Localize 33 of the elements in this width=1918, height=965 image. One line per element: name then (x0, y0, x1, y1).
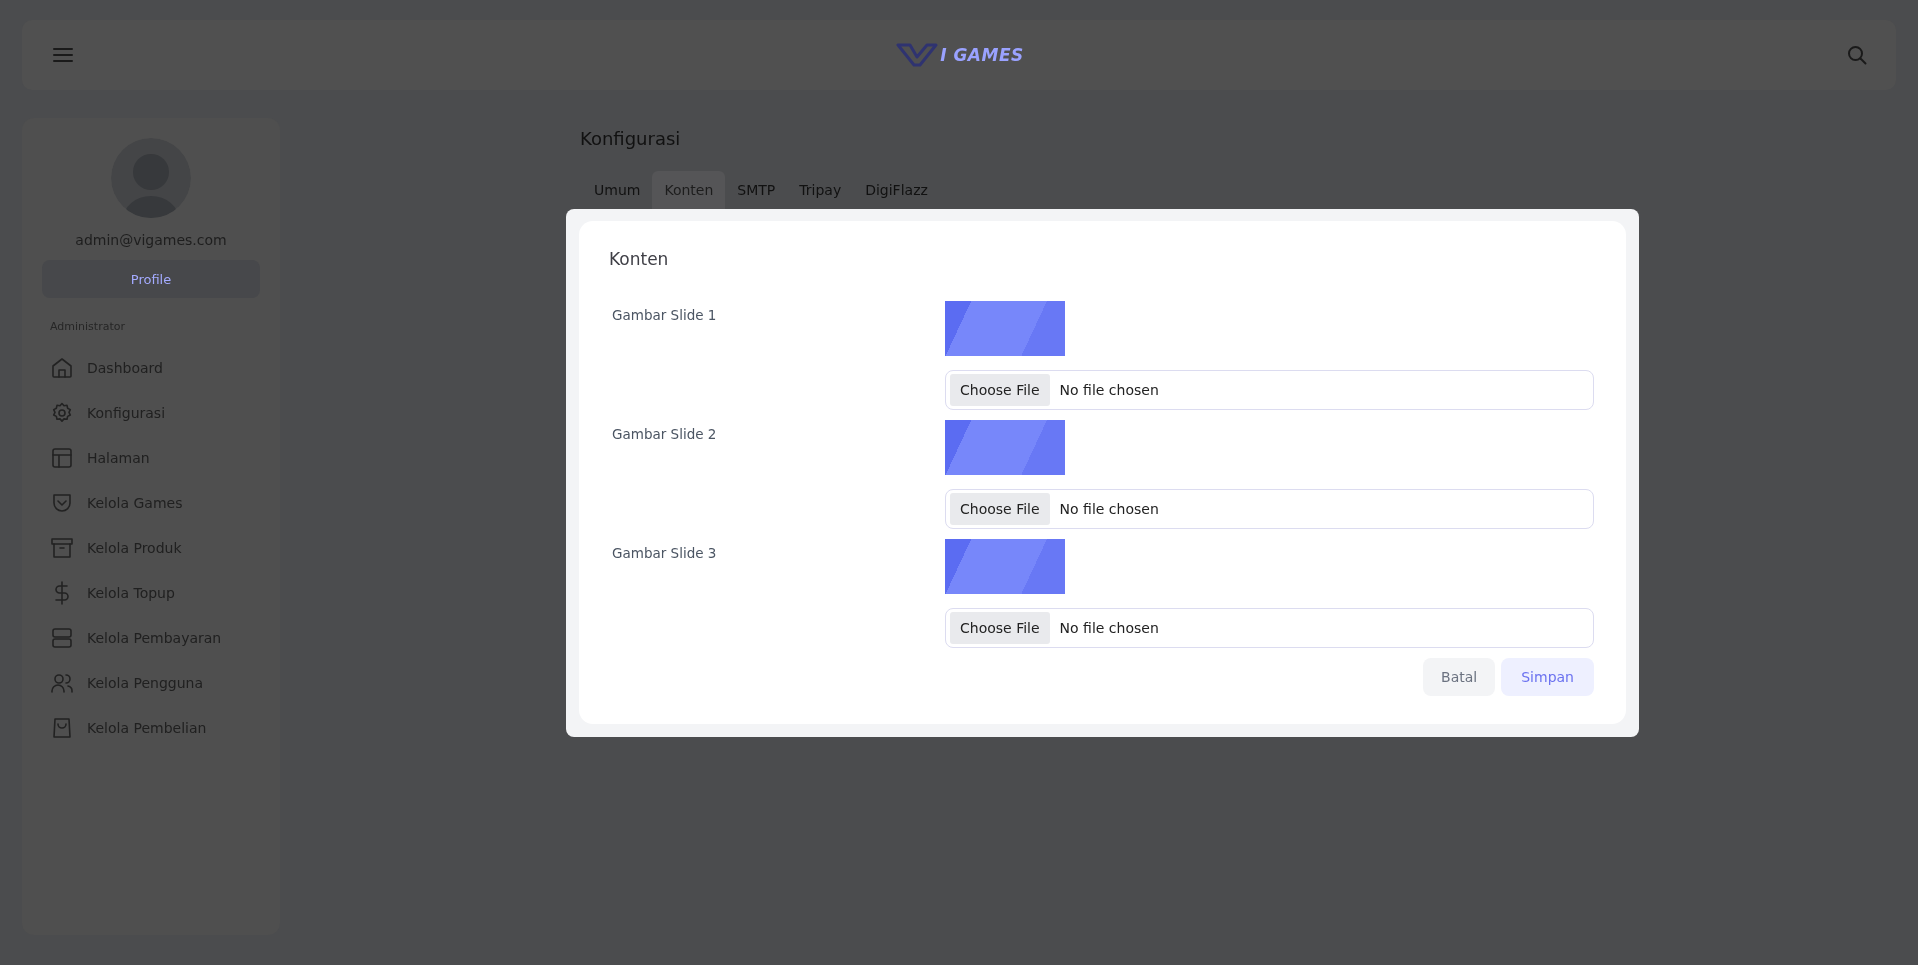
tab[interactable]: Umum (582, 171, 653, 209)
house-icon (50, 355, 74, 380)
modal-title: Konten (609, 249, 670, 269)
file-status-text: No file chosen (1059, 382, 1159, 398)
tab[interactable]: Tripay (787, 171, 854, 209)
layout-icon (50, 445, 74, 470)
logo-text: I GAMES (940, 45, 1024, 65)
page-title: Konfigurasi (580, 127, 682, 149)
field-label: Gambar Slide 2 (611, 425, 718, 444)
file-input-field[interactable]: Choose File No file chosen (945, 489, 1594, 529)
file-status-text: No file chosen (1059, 620, 1159, 636)
server-icon (50, 625, 74, 650)
logo-icon (896, 42, 939, 68)
tab[interactable]: DigiFlazz (853, 171, 940, 209)
tab[interactable]: Konten (652, 171, 726, 209)
file-input-field[interactable]: Choose File No file chosen (945, 370, 1594, 410)
archive-icon (50, 535, 74, 560)
save-button[interactable]: Simpan (1501, 658, 1594, 696)
file-input-field[interactable]: Choose File No file chosen (945, 608, 1594, 648)
tab[interactable]: SMTP (725, 171, 788, 209)
choose-file-button[interactable]: Choose File (950, 612, 1050, 644)
field-label: Gambar Slide 1 (611, 306, 718, 325)
cancel-button[interactable]: Batal (1423, 658, 1496, 696)
choose-file-button[interactable]: Choose File (950, 493, 1050, 525)
file-status-text: No file chosen (1059, 501, 1159, 517)
search-icon[interactable] (1846, 45, 1868, 65)
gear-icon (50, 400, 74, 425)
choose-file-button[interactable]: Choose File (950, 374, 1050, 406)
profile-button[interactable]: Profile (42, 260, 260, 298)
bag-icon (50, 715, 74, 740)
avatar-icon (111, 138, 191, 218)
field-label: Gambar Slide 3 (611, 544, 718, 563)
menu-icon[interactable] (52, 45, 74, 65)
